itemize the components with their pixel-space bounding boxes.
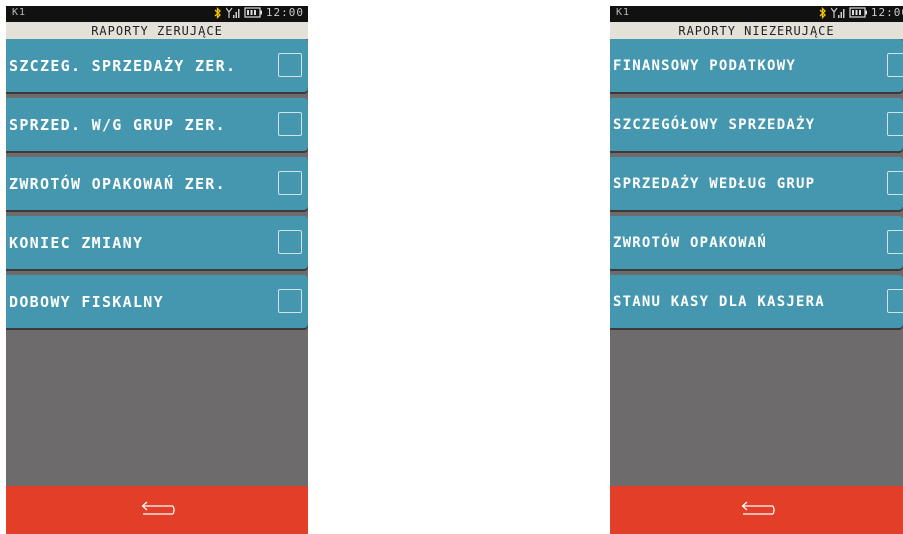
report-item-label: ZWROTÓW OPAKOWAŃ [613,234,768,251]
report-item-zwrotow-opakowan[interactable]: ZWROTÓW OPAKOWAŃ [610,216,903,269]
report-item-label: SZCZEG. SPRZEDAŻY ZER. [9,56,237,75]
operator-label: K1 [616,7,631,18]
left-device-screen: K1 12:00 RAPORTY ZERUJĄCE SZCZEG. SPRZED… [6,6,308,534]
report-checkbox[interactable] [887,289,903,313]
report-checkbox[interactable] [887,171,903,195]
report-item-label: DOBOWY FISKALNY [9,292,164,311]
battery-icon [849,7,867,18]
operator-label: K1 [12,7,27,18]
report-item-label: STANU KASY DLA KASJERA [613,293,825,310]
screen-title: RAPORTY ZERUJĄCE [6,22,308,39]
report-item-label: ZWROTÓW OPAKOWAŃ ZER. [9,174,226,193]
report-item-sprzed-wg-grup-zer[interactable]: SPRZED. W/G GRUP ZER. [6,98,308,151]
report-item-label: SPRZED. W/G GRUP ZER. [9,115,226,134]
report-item-koniec-zmiany[interactable]: KONIEC ZMIANY [6,216,308,269]
report-item-sprzedazy-wedlug-grup[interactable]: SPRZEDAŻY WEDŁUG GRUP [610,157,903,210]
report-item-stanu-kasy-dla-kasjera[interactable]: STANU KASY DLA KASJERA [610,275,903,328]
report-item-label: SZCZEGÓŁOWY SPRZEDAŻY [613,116,816,133]
report-checkbox[interactable] [278,171,302,195]
signal-icon [830,7,845,18]
status-bar: K1 12:00 [610,6,903,22]
report-checkbox[interactable] [278,289,302,313]
report-checkbox[interactable] [887,230,903,254]
report-item-label: KONIEC ZMIANY [9,233,144,252]
back-arrow-icon [741,501,775,515]
report-checkbox[interactable] [887,112,903,136]
back-button[interactable] [6,486,308,534]
report-item-zwrotow-opakowan-zer[interactable]: ZWROTÓW OPAKOWAŃ ZER. [6,157,308,210]
signal-icon [225,7,240,18]
report-checkbox[interactable] [278,112,302,136]
bluetooth-icon [819,6,826,19]
report-item-finansowy-podatkowy[interactable]: FINANSOWY PODATKOWY [610,39,903,92]
status-icons: 12:00 [819,6,903,19]
battery-icon [244,7,262,18]
report-checkbox[interactable] [887,53,903,77]
right-device-screen: K1 12:00 RAPORTY NIEZERUJĄCE FINANSOWY [610,6,903,534]
report-item-szczegolowy-sprzedazy[interactable]: SZCZEGÓŁOWY SPRZEDAŻY [610,98,903,151]
report-item-label: FINANSOWY PODATKOWY [613,57,796,74]
clock: 12:00 [265,6,304,19]
report-checkbox[interactable] [278,53,302,77]
report-checkbox[interactable] [278,230,302,254]
back-arrow-icon [141,501,175,515]
report-item-szczeg-sprzedazy-zer[interactable]: SZCZEG. SPRZEDAŻY ZER. [6,39,308,92]
bluetooth-icon [214,6,221,19]
screen-title: RAPORTY NIEZERUJĄCE [610,22,903,39]
status-bar: K1 12:00 [6,6,308,22]
clock: 12:00 [870,6,903,19]
status-icons: 12:00 [214,6,304,19]
report-item-label: SPRZEDAŻY WEDŁUG GRUP [613,175,816,192]
report-item-dobowy-fiskalny[interactable]: DOBOWY FISKALNY [6,275,308,328]
back-button[interactable] [610,486,903,534]
